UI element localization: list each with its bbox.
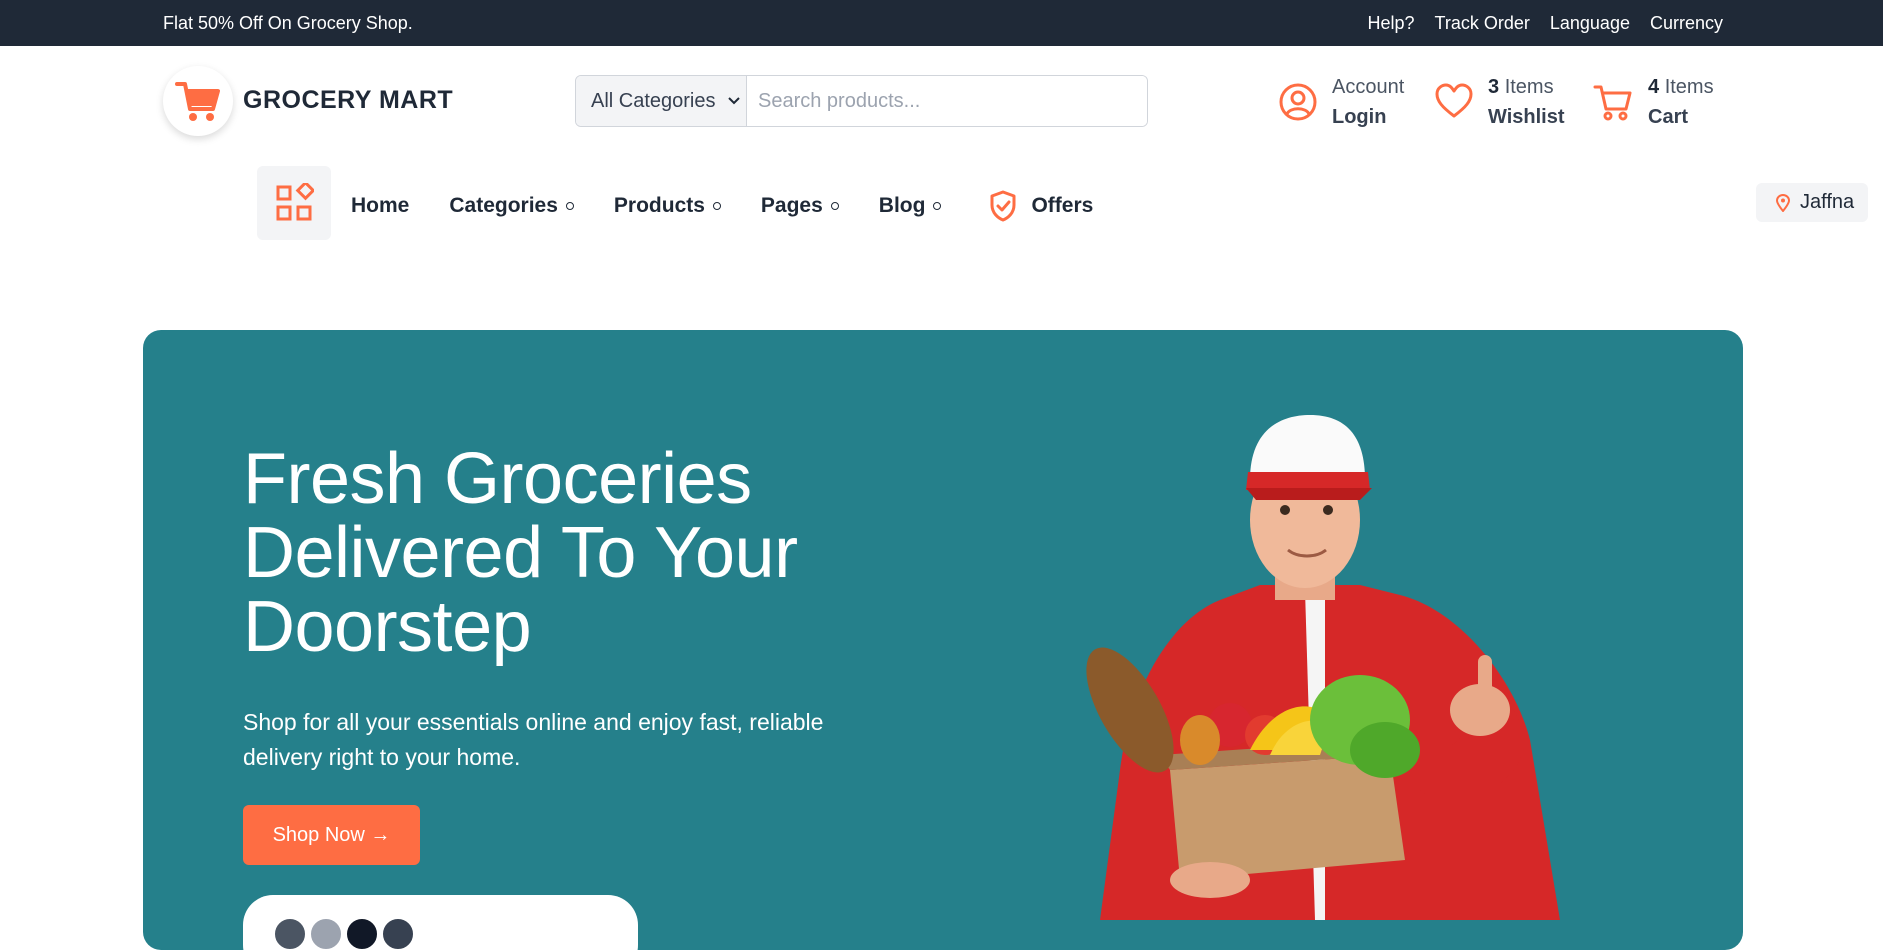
wishlist-label: Wishlist xyxy=(1488,106,1565,128)
shield-check-icon xyxy=(990,190,1016,222)
wishlist-link[interactable]: 3 Items Wishlist xyxy=(1434,72,1565,132)
promo-text: Flat 50% Off On Grocery Shop. xyxy=(163,13,413,33)
top-bar: Flat 50% Off On Grocery Shop. Help? Trac… xyxy=(0,0,1883,46)
nav-item-offers[interactable]: Offers xyxy=(989,190,1093,222)
dropdown-dot-icon xyxy=(712,202,721,210)
nav-item-label: Home xyxy=(351,194,410,217)
dropdown-dot-icon xyxy=(565,202,574,210)
nav-item-home[interactable]: Home xyxy=(351,194,409,218)
nav-item-label: Products xyxy=(613,194,705,217)
currency-link[interactable]: Currency xyxy=(1650,13,1723,34)
dropdown-dot-icon xyxy=(830,202,839,210)
nav-item-label: Pages xyxy=(760,194,823,217)
track-order-link[interactable]: Track Order xyxy=(1435,13,1530,34)
chevron-down-icon xyxy=(727,94,740,108)
hero-subtitle: Shop for all your essentials online and … xyxy=(243,709,824,770)
wishlist-items-label: Items xyxy=(1504,76,1554,98)
cart-label: Cart xyxy=(1648,106,1689,128)
brand-name[interactable]: GROCERY MART xyxy=(243,86,453,115)
account-link[interactable]: Account Login xyxy=(1278,72,1404,132)
location-label: Jaffna xyxy=(1800,191,1855,213)
map-pin-icon xyxy=(1776,193,1790,212)
delivery-person-image xyxy=(1086,415,1560,920)
search-bar: All Categories xyxy=(575,75,1148,127)
user-icon xyxy=(1279,83,1317,121)
nav-item-categories[interactable]: Categories xyxy=(449,194,574,218)
customer-avatars-card xyxy=(243,895,638,950)
cart-icon xyxy=(1593,85,1632,121)
category-select[interactable]: All Categories xyxy=(576,76,747,126)
cart-count: 4 xyxy=(1648,76,1660,98)
nav-item-blog[interactable]: Blog xyxy=(879,194,942,218)
cart-logo-icon xyxy=(175,82,220,121)
help-link[interactable]: Help? xyxy=(1368,13,1415,34)
wishlist-count: 3 xyxy=(1488,76,1500,98)
search-input[interactable] xyxy=(747,76,1147,126)
nav-item-label: Blog xyxy=(878,194,926,217)
nav-item-products[interactable]: Products xyxy=(614,194,721,218)
avatar xyxy=(381,917,415,950)
main-nav: Home Categories Products Pages Blog Offe… xyxy=(351,190,1093,222)
avatar xyxy=(345,917,379,950)
language-link[interactable]: Language xyxy=(1550,13,1630,34)
heart-icon xyxy=(1435,83,1473,118)
category-select-value: All Categories xyxy=(591,89,716,112)
shop-now-button[interactable]: Shop Now → xyxy=(243,805,420,865)
avatar xyxy=(273,917,307,950)
top-links: Help? Track Order Language Currency xyxy=(1368,13,1724,34)
cart-link[interactable]: 4 Items Cart xyxy=(1592,72,1714,132)
location-selector[interactable]: Jaffna xyxy=(1756,183,1868,222)
hero-title: Fresh Groceries Delivered To Your Doorst… xyxy=(243,439,798,667)
nav-item-pages[interactable]: Pages xyxy=(761,194,839,218)
logo[interactable] xyxy=(163,66,233,136)
nav-item-label: Offers xyxy=(1031,194,1094,217)
dropdown-dot-icon xyxy=(933,202,942,210)
login-label: Login xyxy=(1332,106,1387,128)
avatar xyxy=(309,917,343,950)
nav-item-label: Categories xyxy=(449,194,558,217)
cart-items-label: Items xyxy=(1664,76,1714,98)
categories-menu-button[interactable] xyxy=(257,166,331,240)
grid-shapes-icon xyxy=(276,183,314,221)
account-label: Account xyxy=(1332,76,1405,98)
